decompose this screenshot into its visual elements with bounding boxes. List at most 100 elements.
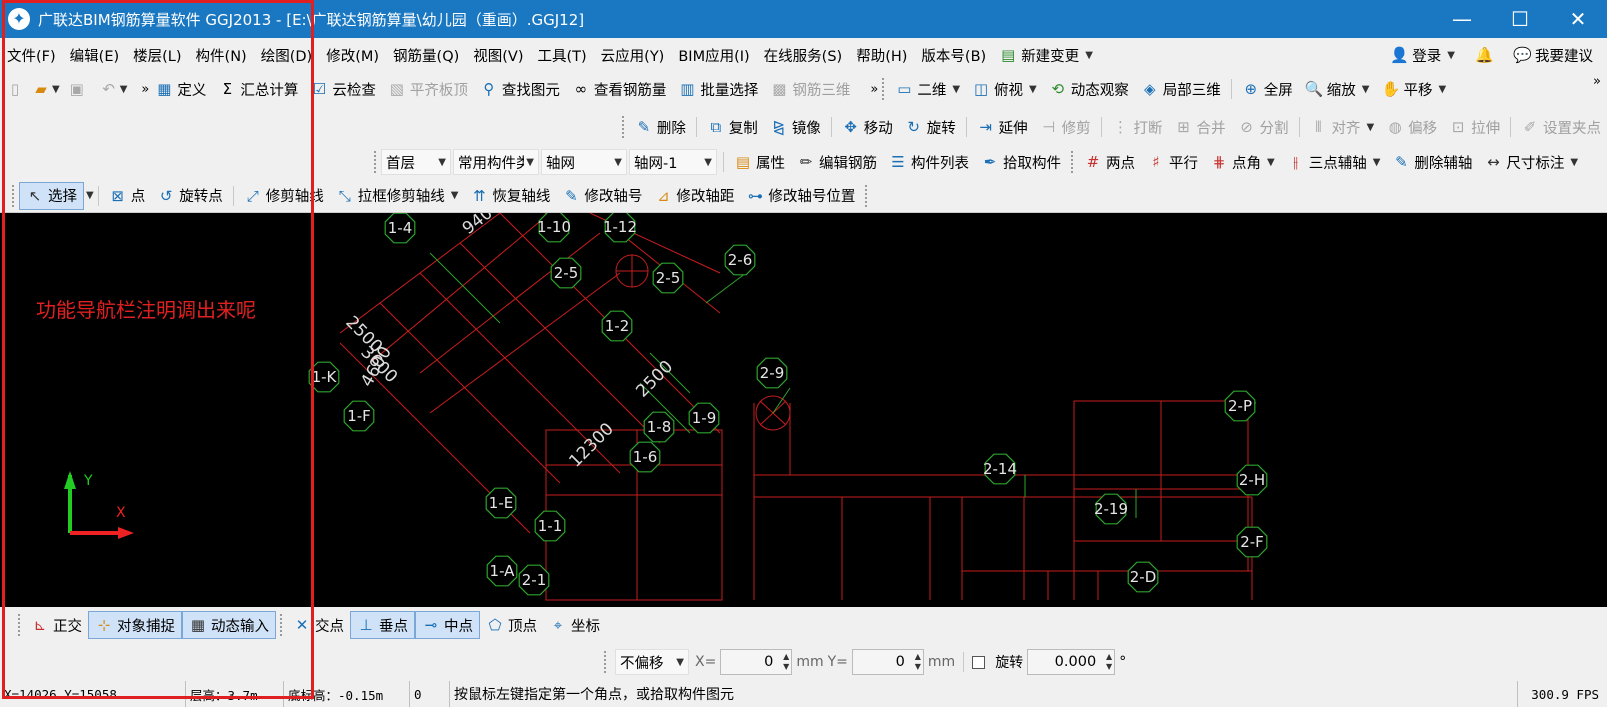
minimize-button[interactable]: — [1433,0,1491,38]
cloud-check-button[interactable]: ☑ 云检查 [304,75,382,103]
new-change-button[interactable]: ▤ 新建变更 ▼ [993,41,1099,69]
maximize-button[interactable]: ☐ [1491,0,1549,38]
rotate-checkbox[interactable] [972,655,986,669]
login-button[interactable]: 👤 登录 ▼ [1384,41,1461,69]
dimension-select[interactable]: ↔ 尺寸标注 ▼ [1478,148,1584,176]
menu-view[interactable]: 视图(V) [466,45,530,66]
drawing-canvas[interactable]: 9400 2500 3600 4600 2500 12300 1-4 1-10 1-… [0,213,1607,607]
axis-type-select[interactable]: 轴网 ▼ [541,149,627,175]
move-button[interactable]: ✥ 移动 [836,113,899,141]
axis-bubble[interactable]: 1-F [343,400,375,432]
menu-modify[interactable]: 修改(M) [319,45,386,66]
copy-button[interactable]: ⧉ 复制 [701,113,764,141]
axis-bubble[interactable]: 2-19 [1094,493,1128,525]
axis-bubble[interactable]: 2-F [1236,526,1268,558]
perpendicular-snap[interactable]: ⊥ 垂点 [350,611,415,639]
rotate-input[interactable]: 0.000 ▲ ▼ [1027,649,1116,675]
axis-bubble[interactable]: 2-D [1127,561,1159,593]
overflow-icon[interactable]: » [141,82,149,97]
pick-component-button[interactable]: ✒ 拾取构件 [975,148,1067,176]
axis-bubble[interactable]: 2-P [1224,390,1256,422]
offset-mode-select[interactable]: 不偏移 ▼ [615,649,689,675]
summary-calc-button[interactable]: Σ 汇总计算 [212,75,304,103]
menu-rebar-qty[interactable]: 钢筋量(Q) [386,45,466,66]
save-icon[interactable]: ▣ [68,80,86,98]
axis-name-select[interactable]: 轴网-1 ▼ [629,149,717,175]
overflow-icon[interactable]: » [1593,74,1601,89]
axis-bubble[interactable]: 1-K [308,361,340,393]
axis-bubble[interactable]: 2-H [1236,464,1268,496]
mirror-button[interactable]: ⧎ 镜像 [764,113,827,141]
find-element-button[interactable]: ⚲ 查找图元 [474,75,566,103]
edit-rebar-button[interactable]: ✏ 编辑钢筋 [791,148,883,176]
fullscreen-button[interactable]: ⊕ 全屏 [1236,75,1299,103]
split-button[interactable]: ⊘ 分割 [1232,113,1295,141]
suggest-button[interactable]: 💬 我要建议 [1507,41,1599,69]
undo-icon[interactable]: ↶ [100,80,118,98]
local-3d-button[interactable]: ◈ 局部三维 [1135,75,1227,103]
axis-bubble[interactable]: 2-9 [756,357,788,389]
component-list-button[interactable]: ☰ 构件列表 [883,148,975,176]
two-points-button[interactable]: # 两点 [1078,148,1141,176]
chevron-down-icon[interactable]: ▼ [120,84,128,95]
rotate-point-button[interactable]: ↺ 旋转点 [151,182,229,210]
axis-bubble[interactable]: 2-5 [550,257,582,289]
close-button[interactable]: ✕ [1549,0,1607,38]
midpoint-snap[interactable]: ⊸ 中点 [415,611,480,639]
y-input[interactable]: 0 ▲ ▼ [851,649,924,675]
point-button[interactable]: ⊠ 点 [103,182,152,210]
x-input[interactable]: 0 ▲ ▼ [720,649,793,675]
overflow-icon[interactable]: » [870,82,878,97]
set-pinpoint-button[interactable]: ✐ 设置夹点 [1515,113,1607,141]
align-select[interactable]: ⫴ 对齐 ▼ [1303,113,1380,141]
axis-bubble[interactable]: 1-4 [384,213,416,244]
rebar-3d-button[interactable]: ▩ 钢筋三维 [764,75,856,103]
axis-bubble[interactable]: 2-6 [724,244,756,276]
dynamic-input-toggle[interactable]: ▦ 动态输入 [182,611,276,639]
menu-component[interactable]: 构件(N) [189,45,254,66]
menu-edit[interactable]: 编辑(E) [63,45,126,66]
open-folder-icon[interactable]: ▰ [32,80,50,98]
object-snap-toggle[interactable]: ⊹ 对象捕捉 [88,611,182,639]
spinner-icon[interactable]: ▲ ▼ [1106,652,1112,672]
menu-tools[interactable]: 工具(T) [531,45,594,66]
axis-bubble[interactable]: 2-5 [652,262,684,294]
intersection-snap[interactable]: ✕ 交点 [287,611,350,639]
menu-online[interactable]: 在线服务(S) [757,45,850,66]
define-button[interactable]: ▦ 定义 [149,75,212,103]
axis-bubble[interactable]: 1-E [485,487,517,519]
coordinate-snap[interactable]: ⌖ 坐标 [543,611,606,639]
level-slab-button[interactable]: ▧ 平齐板顶 [382,75,474,103]
zoom-select[interactable]: 🔍 缩放 ▼ [1299,75,1376,103]
break-button[interactable]: ⋮ 打断 [1106,113,1169,141]
menu-bim[interactable]: BIM应用(I) [671,45,756,66]
menu-floor[interactable]: 楼层(L) [126,45,188,66]
menu-file[interactable]: 文件(F) [0,45,63,66]
axis-bubble[interactable]: 1-10 [537,213,571,243]
axis-bubble[interactable]: 1-1 [534,510,566,542]
axis-bubble[interactable]: 2-14 [983,453,1017,485]
axis-bubble[interactable]: 1-A [486,555,518,587]
offset-button[interactable]: ◍ 偏移 [1380,113,1443,141]
axis-bubble[interactable]: 1-8 [643,411,675,443]
axis-bubble[interactable]: 1-12 [603,213,637,243]
new-file-icon[interactable]: ▯ [6,80,24,98]
axis-bubble[interactable]: 1-9 [688,402,720,434]
delete-aux-button[interactable]: ✎ 删除辅轴 [1386,148,1478,176]
menu-help[interactable]: 帮助(H) [849,45,914,66]
chevron-down-icon[interactable]: ▼ [52,84,60,95]
chevron-down-icon[interactable]: ▼ [86,190,94,201]
axis-bubble[interactable]: 2-1 [518,564,550,596]
vertex-snap[interactable]: ⬠ 顶点 [480,611,543,639]
trim-axis-button[interactable]: ⤢ 修剪轴线 [238,182,330,210]
trim-button[interactable]: ⊣ 修剪 [1034,113,1097,141]
spinner-icon[interactable]: ▲ ▼ [783,652,789,672]
axis-bubble[interactable]: 1-2 [601,310,633,342]
modify-axis-no-button[interactable]: ✎ 修改轴号 [556,182,648,210]
three-point-aux-select[interactable]: ⫲ 三点辅轴 ▼ [1281,148,1387,176]
select-button[interactable]: ↖ 选择 [19,181,84,210]
dynamic-observe-button[interactable]: ⟲ 动态观察 [1043,75,1135,103]
merge-button[interactable]: ⊞ 合并 [1169,113,1232,141]
view-2d-select[interactable]: ▭ 二维 ▼ [889,75,966,103]
menu-cloud[interactable]: 云应用(Y) [594,45,672,66]
